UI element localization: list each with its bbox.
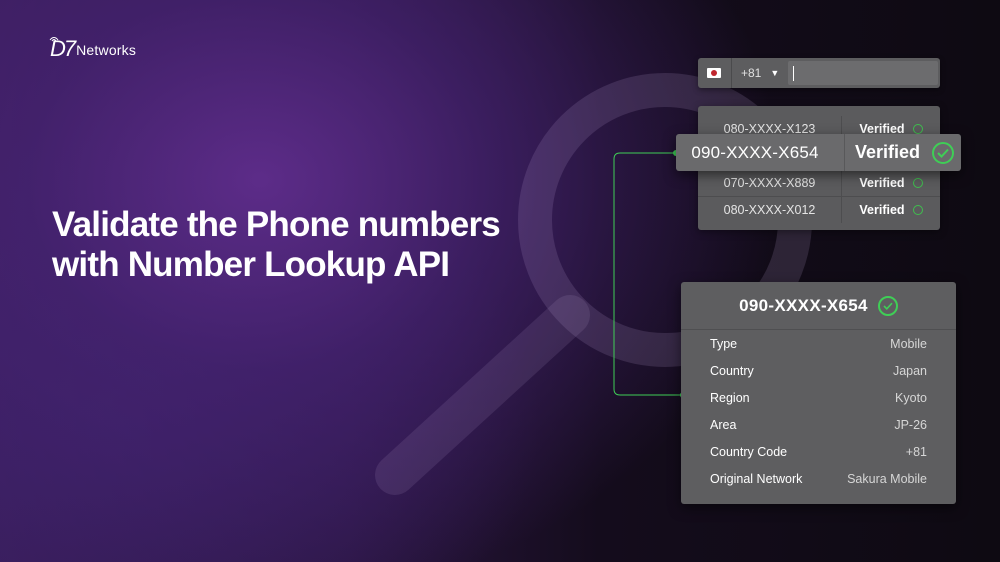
headline: Validate the Phone numbers with Number L… [52, 205, 501, 285]
detail-value: Sakura Mobile [847, 471, 927, 486]
signal-icon [49, 37, 59, 42]
headline-line-2: with Number Lookup API [52, 245, 450, 284]
detail-label: Type [710, 336, 738, 351]
detail-row-area: Area JP-26 [681, 411, 956, 438]
detail-label: Region [710, 390, 750, 405]
phone-number-field[interactable] [788, 61, 939, 85]
phone-number-input-bar: +81 ▼ [698, 58, 940, 88]
highlighted-number: 090-XXXX-X654 [691, 142, 819, 162]
detail-label: Area [710, 417, 737, 432]
divider [731, 58, 732, 88]
detail-value: Japan [892, 363, 927, 378]
detail-label: Original Network [710, 471, 803, 486]
details-title: 090-XXXX-X654 [739, 295, 868, 315]
detail-row-country: Country Japan [681, 357, 956, 384]
detail-row-country-code: Country Code +81 [681, 438, 956, 465]
detail-value: +81 [905, 444, 927, 459]
check-circle-icon [932, 141, 955, 164]
list-item-number: 070-XXXX-X889 [723, 176, 816, 190]
check-circle-icon [912, 178, 923, 188]
country-code-select[interactable]: +81 [741, 66, 761, 80]
list-item[interactable]: 080-XXXX-X012 Verified [698, 197, 940, 223]
detail-row-type: Type Mobile [681, 330, 956, 357]
detail-value: Kyoto [895, 390, 927, 405]
list-item-number: 080-XXXX-X012 [723, 203, 816, 217]
highlighted-status: Verified [855, 142, 921, 162]
detail-value: JP-26 [894, 417, 927, 432]
list-item-status: Verified [859, 176, 905, 190]
detail-value: Mobile [890, 336, 927, 351]
detail-row-region: Region Kyoto [681, 384, 956, 411]
headline-line-1: Validate the Phone numbers [52, 205, 501, 244]
logo-text: Networks [76, 42, 137, 58]
detail-row-original-network: Original Network Sakura Mobile [681, 465, 956, 492]
details-header: 090-XXXX-X654 [681, 282, 956, 330]
check-circle-icon [877, 295, 898, 316]
number-details-card: 090-XXXX-X654 Type Mobile Country Japan Re… [681, 282, 956, 504]
list-item-status: Verified [859, 203, 905, 217]
japan-flag-icon[interactable] [707, 68, 721, 78]
text-cursor [793, 65, 795, 81]
d7networks-logo: D7 Networks [49, 37, 137, 60]
highlighted-number-row[interactable]: 090-XXXX-X654 Verified [676, 134, 961, 171]
detail-label: Country [710, 363, 754, 378]
divider [844, 134, 845, 171]
check-circle-icon [912, 124, 923, 134]
check-circle-icon [912, 205, 923, 215]
detail-label: Country Code [710, 444, 788, 459]
caret-down-icon[interactable]: ▼ [770, 68, 779, 78]
list-item[interactable]: 070-XXXX-X889 Verified [698, 170, 940, 196]
